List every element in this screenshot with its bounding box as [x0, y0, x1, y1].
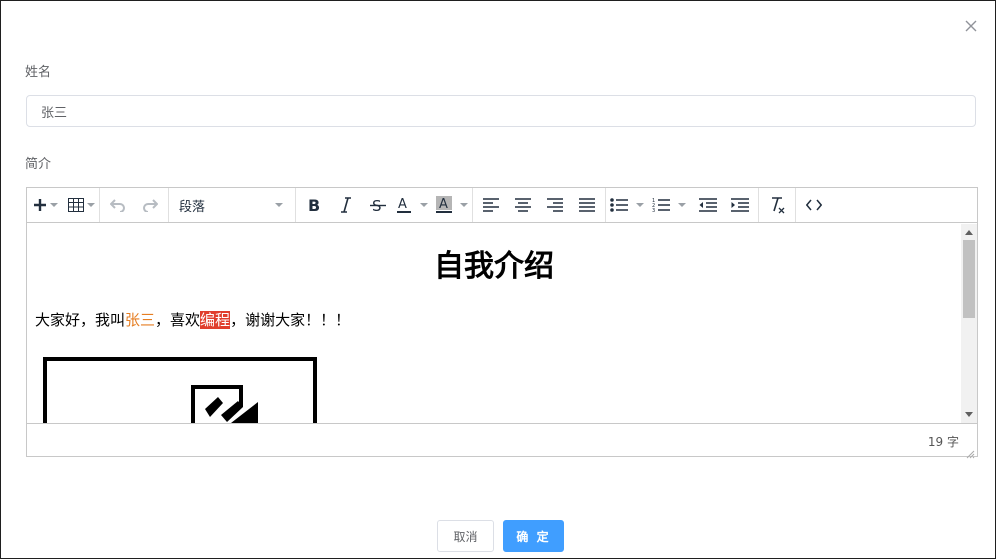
- source-code-button[interactable]: [800, 191, 828, 219]
- scrollbar-thumb[interactable]: [963, 240, 975, 318]
- dialog: 姓名 简介: [0, 0, 996, 559]
- editor-scrollbar[interactable]: [961, 224, 977, 423]
- align-center-icon: [515, 198, 531, 212]
- align-right-button[interactable]: [541, 191, 569, 219]
- indent-icon: [731, 198, 749, 212]
- align-center-button[interactable]: [509, 191, 537, 219]
- chevron-down-icon: [275, 203, 283, 207]
- text-color-icon: A: [396, 196, 412, 214]
- svg-text:A: A: [398, 197, 407, 212]
- word-count: 19 字: [927, 435, 959, 449]
- block-format-select[interactable]: 段落: [173, 191, 291, 219]
- toolbar-group-clear: [759, 188, 796, 222]
- align-justify-button[interactable]: [573, 191, 601, 219]
- editor-content[interactable]: 自我介绍 大家好，我叫张三，喜欢编程，谢谢大家！！！: [27, 224, 961, 423]
- svg-text:B: B: [308, 197, 320, 213]
- background-color-button[interactable]: A: [436, 191, 468, 219]
- text-color-button[interactable]: A: [396, 191, 428, 219]
- confirm-button[interactable]: 确 定: [503, 520, 564, 552]
- svg-text:A: A: [439, 197, 448, 212]
- toolbar-group-format: 段落: [169, 188, 296, 222]
- redo-icon: [142, 198, 158, 212]
- source-code-icon: [806, 199, 822, 211]
- redo-button[interactable]: [136, 191, 164, 219]
- clear-formatting-button[interactable]: [763, 191, 791, 219]
- bullet-list-button[interactable]: [610, 191, 644, 219]
- highlight-hobby: 编程: [200, 311, 231, 329]
- toolbar-group-lists: 123: [606, 188, 759, 222]
- insert-icon: [33, 198, 47, 212]
- name-label: 姓名: [25, 65, 52, 80]
- svg-text:3: 3: [652, 208, 655, 213]
- image-placeholder-icon[interactable]: [43, 357, 318, 423]
- bold-icon: B: [307, 197, 321, 213]
- bullet-list-icon: [610, 198, 628, 212]
- intro-label: 简介: [25, 157, 52, 172]
- outdent-button[interactable]: [694, 191, 722, 219]
- align-left-button[interactable]: [477, 191, 505, 219]
- outdent-icon: [699, 198, 717, 212]
- close-icon[interactable]: [963, 18, 979, 34]
- align-right-icon: [547, 198, 563, 212]
- align-justify-icon: [579, 198, 595, 212]
- undo-icon: [110, 198, 126, 212]
- editor-toolbar: 段落 B S A A: [27, 188, 977, 223]
- block-format-value: 段落: [179, 199, 206, 215]
- name-input[interactable]: [26, 95, 976, 127]
- clear-formatting-icon: [769, 196, 785, 214]
- scroll-down-icon[interactable]: [965, 412, 973, 417]
- toolbar-group-code: [796, 188, 832, 222]
- scroll-up-icon[interactable]: [965, 230, 973, 235]
- highlight-name: 张三: [125, 311, 156, 329]
- strikethrough-button[interactable]: S: [364, 191, 392, 219]
- undo-button[interactable]: [104, 191, 132, 219]
- numbered-list-button[interactable]: 123: [652, 191, 686, 219]
- cancel-button[interactable]: 取消: [437, 520, 494, 552]
- italic-button[interactable]: [332, 191, 360, 219]
- align-left-icon: [483, 198, 499, 212]
- table-icon: [67, 198, 84, 212]
- editor-statusbar: 19 字: [27, 423, 977, 459]
- numbered-list-icon: 123: [652, 197, 670, 213]
- content-paragraph: 大家好，我叫张三，喜欢编程，谢谢大家！！！: [35, 311, 351, 329]
- toolbar-group-align: [473, 188, 606, 222]
- table-button[interactable]: [67, 191, 95, 219]
- strikethrough-icon: S: [370, 197, 386, 213]
- bold-button[interactable]: B: [300, 191, 328, 219]
- indent-button[interactable]: [726, 191, 754, 219]
- content-heading: 自我介绍: [434, 249, 554, 284]
- toolbar-group-insert: [27, 188, 100, 222]
- insert-button[interactable]: [31, 191, 59, 219]
- toolbar-group-history: [100, 188, 169, 222]
- background-color-icon: A: [436, 196, 452, 214]
- resize-handle-icon[interactable]: [965, 444, 975, 459]
- toolbar-group-text: B S A A: [296, 188, 473, 222]
- italic-icon: [339, 197, 353, 213]
- rich-text-editor: 段落 B S A A: [26, 187, 978, 459]
